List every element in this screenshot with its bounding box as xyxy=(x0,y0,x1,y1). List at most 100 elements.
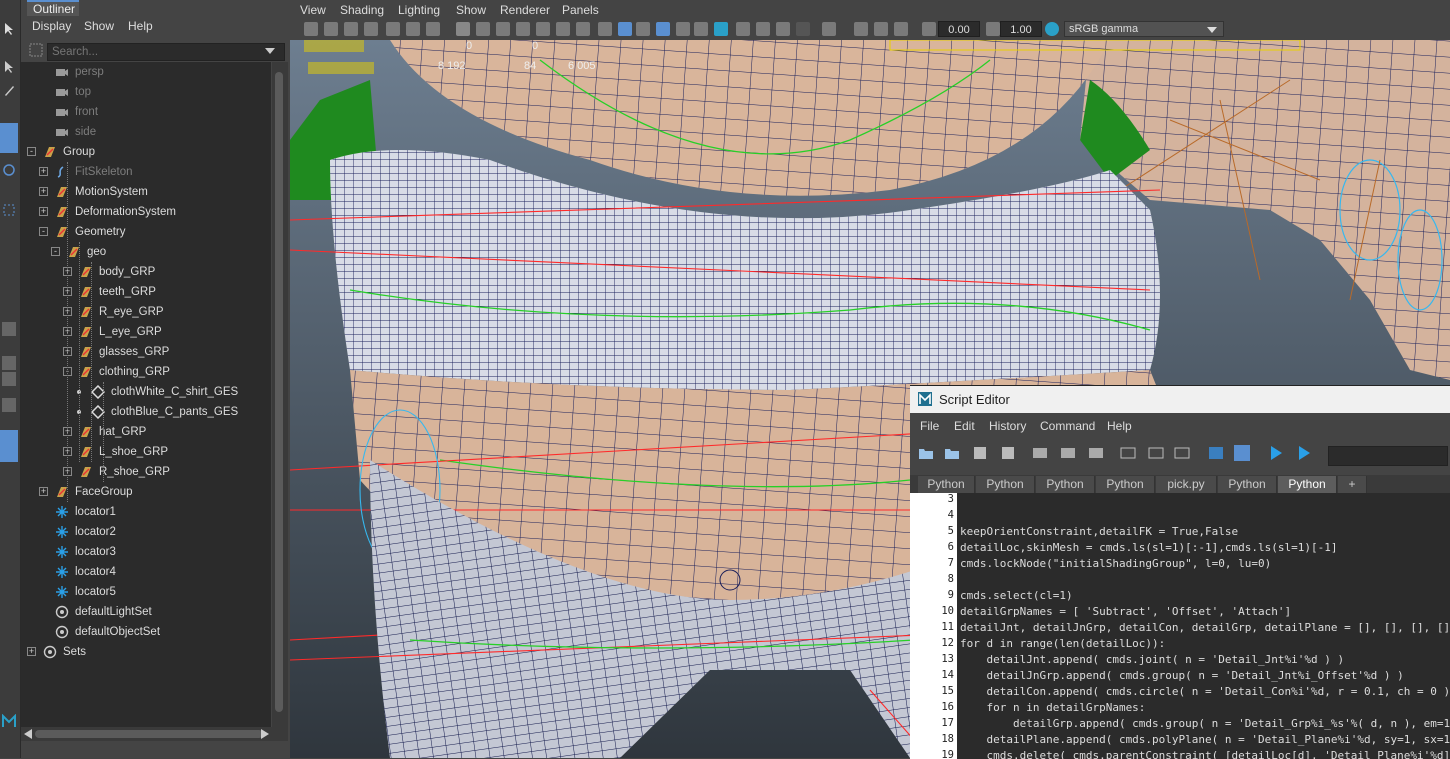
layout-two-icon[interactable] xyxy=(2,356,16,370)
code-line[interactable]: cmds.lockNode("initialShadingGroup", l=0… xyxy=(960,557,1271,570)
edit-icon[interactable] xyxy=(426,22,440,36)
exposure-field[interactable]: 0.00 xyxy=(938,21,980,37)
anti-aliasing-icon[interactable] xyxy=(776,22,790,36)
tab-python[interactable]: Python xyxy=(976,476,1035,493)
outliner-layout-button[interactable] xyxy=(0,430,18,462)
code-line[interactable]: detailJnt, detailJnGrp, detailCon, detai… xyxy=(960,621,1450,634)
color-management-icon[interactable] xyxy=(1045,22,1059,36)
outliner-item-clothblue-c-pants-ges[interactable]: clothBlue_C_pants_GES xyxy=(21,402,271,422)
echo-commands-icon[interactable] xyxy=(1208,445,1224,461)
paint-tool-icon[interactable] xyxy=(2,85,16,99)
menu-show[interactable]: Show xyxy=(456,3,486,17)
menu-file[interactable]: File xyxy=(920,419,939,433)
select-tool-icon[interactable] xyxy=(2,22,16,36)
depth-of-field-icon[interactable] xyxy=(796,22,810,36)
expand-icon[interactable]: + xyxy=(27,647,36,656)
shadows-icon[interactable] xyxy=(714,22,728,36)
code-line[interactable]: detailGrp.append( cmds.group( n = 'Detai… xyxy=(960,717,1450,730)
collapse-icon[interactable]: - xyxy=(51,247,60,256)
outliner-item-teeth-grp[interactable]: + teeth_GRP xyxy=(21,282,271,302)
show-input-icon[interactable] xyxy=(1148,445,1164,461)
code-line[interactable]: detailCon.append( cmds.circle( n = 'Deta… xyxy=(960,685,1450,698)
code-line[interactable]: for d in range(len(detailLoc)): xyxy=(960,637,1165,650)
menu-lighting[interactable]: Lighting xyxy=(398,3,440,17)
outliner-item-fitskeleton[interactable]: + FitSkeleton xyxy=(21,162,271,182)
outliner-item-r-eye-grp[interactable]: + R_eye_GRP xyxy=(21,302,271,322)
scroll-thumb[interactable] xyxy=(35,730,263,738)
command-search-input[interactable] xyxy=(1328,446,1448,466)
line-numbers-icon[interactable] xyxy=(1234,445,1250,461)
exposure-icon[interactable] xyxy=(922,22,936,36)
code-line[interactable]: detailGrpNames = [ 'Subtract', 'Offset',… xyxy=(960,605,1291,618)
source-script-icon[interactable] xyxy=(944,445,960,461)
isolate-select-icon[interactable] xyxy=(822,22,836,36)
xray-icon[interactable] xyxy=(676,22,690,36)
tab-python[interactable]: Python xyxy=(1096,476,1155,493)
image-plane-icon[interactable] xyxy=(364,22,378,36)
tab-python-active[interactable]: Python xyxy=(1278,476,1337,493)
wireframe-icon[interactable] xyxy=(598,22,612,36)
camera-attributes-icon[interactable] xyxy=(324,22,338,36)
outliner-vertical-scrollbar[interactable] xyxy=(272,62,288,727)
move-tool-button[interactable] xyxy=(0,123,18,153)
add-tab-button[interactable]: + xyxy=(1338,476,1367,493)
menu-help[interactable]: Help xyxy=(1107,419,1132,433)
use-lights-icon[interactable] xyxy=(694,22,708,36)
clear-history-icon[interactable] xyxy=(1032,445,1048,461)
gamma-icon[interactable] xyxy=(986,22,1000,36)
save-to-shelf-icon[interactable] xyxy=(1000,445,1016,461)
code-line[interactable]: detailLoc,skinMesh = cmds.ls(sl=1)[:-1],… xyxy=(960,541,1338,554)
outliner-item-hat-grp[interactable]: + hat_GRP xyxy=(21,422,271,442)
expand-icon[interactable]: + xyxy=(39,167,48,176)
scroll-left-icon[interactable] xyxy=(24,729,32,739)
gate-mask-icon[interactable] xyxy=(516,22,530,36)
expand-icon[interactable]: + xyxy=(39,187,48,196)
rotate-tool-icon[interactable] xyxy=(2,163,16,177)
outliner-item-clothwhite-c-shirt-ges[interactable]: clothWhite_C_shirt_GES xyxy=(21,382,271,402)
lasso-tool-icon[interactable] xyxy=(2,60,16,74)
outliner-item-clothing-grp[interactable]: - clothing_GRP xyxy=(21,362,271,382)
outliner-item-l-shoe-grp[interactable]: + L_shoe_GRP xyxy=(21,442,271,462)
motion-blur-icon[interactable] xyxy=(756,22,770,36)
layout-four-icon[interactable] xyxy=(2,372,16,386)
outliner-item-defaultobjectset[interactable]: defaultObjectSet xyxy=(21,622,271,642)
tab-pick-py[interactable]: pick.py xyxy=(1156,476,1217,493)
show-history-icon[interactable] xyxy=(1120,445,1136,461)
smooth-shade-icon[interactable] xyxy=(618,22,632,36)
collapse-icon[interactable]: - xyxy=(39,227,48,236)
menu-help[interactable]: Help xyxy=(128,19,153,33)
view-transform-select[interactable]: sRGB gamma xyxy=(1064,21,1224,37)
code-line[interactable]: cmds.select(cl=1) xyxy=(960,589,1073,602)
grid-icon[interactable] xyxy=(456,22,470,36)
xray-joints-icon[interactable] xyxy=(854,22,868,36)
outliner-item-deformationsystem[interactable]: + DeformationSystem xyxy=(21,202,271,222)
outliner-item-geometry[interactable]: - Geometry xyxy=(21,222,271,242)
scroll-right-icon[interactable] xyxy=(261,729,269,739)
tab-python[interactable]: Python xyxy=(1036,476,1095,493)
code-line[interactable]: detailPlane.append( cmds.polyPlane( n = … xyxy=(960,733,1450,746)
outliner-item-facegroup[interactable]: + FaceGroup xyxy=(21,482,271,502)
backface-icon[interactable] xyxy=(894,22,908,36)
outliner-item-locator3[interactable]: locator3 xyxy=(21,542,271,562)
outliner-item-geo[interactable]: - geo xyxy=(21,242,271,262)
save-script-icon[interactable] xyxy=(972,445,988,461)
outliner-item-sets[interactable]: + Sets xyxy=(21,642,271,662)
menu-show[interactable]: Show xyxy=(84,19,114,33)
default-material-icon[interactable] xyxy=(636,22,650,36)
expand-icon[interactable]: + xyxy=(39,487,48,496)
script-input-area[interactable]: 3 4 5 6 7 8 9 10 11 12 13 14 15 16 17 18 19 keepOrientCo… xyxy=(910,493,1450,759)
resolution-gate-icon[interactable] xyxy=(496,22,510,36)
menu-edit[interactable]: Edit xyxy=(954,419,975,433)
menu-shading[interactable]: Shading xyxy=(340,3,384,17)
wireframe-on-shaded-icon[interactable] xyxy=(656,22,670,36)
layout-single-icon[interactable] xyxy=(2,322,16,336)
outliner-item-locator4[interactable]: locator4 xyxy=(21,562,271,582)
clear-input-icon[interactable] xyxy=(1060,445,1076,461)
scale-tool-icon[interactable] xyxy=(2,203,16,217)
layout-persp-icon[interactable] xyxy=(2,398,16,412)
code-line[interactable]: keepOrientConstraint,detailFK = True,Fal… xyxy=(960,525,1238,538)
gamma-field[interactable]: 1.00 xyxy=(1000,21,1042,37)
two-d-pan-icon[interactable] xyxy=(386,22,400,36)
clear-all-icon[interactable] xyxy=(1088,445,1104,461)
outliner-item-glasses-grp[interactable]: + glasses_GRP xyxy=(21,342,271,362)
